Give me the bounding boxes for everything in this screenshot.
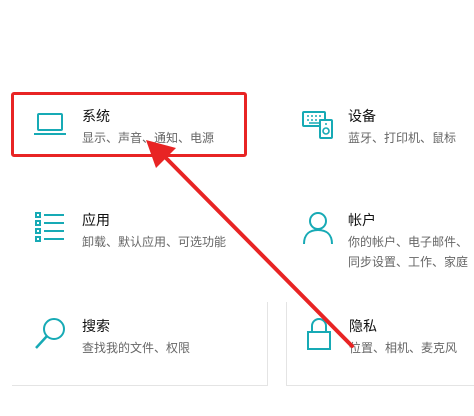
settings-tile-devices[interactable]: 设备 蓝牙、打印机、鼠标 [286, 92, 474, 158]
tile-description: 查找我的文件、权限 [82, 341, 191, 355]
tile-title: 帐户 [348, 213, 376, 229]
tile-description: 蓝牙、打印机、鼠标 [348, 131, 457, 145]
tile-title: 设备 [348, 109, 376, 125]
tile-description: 位置、相机、麦克风 [349, 341, 458, 355]
apps-list-icon [35, 212, 64, 242]
tile-description: 卸载、默认应用、可选功能 [82, 235, 227, 249]
settings-tile-privacy[interactable]: 隐私 位置、相机、麦克风 [286, 302, 474, 386]
tile-title: 应用 [82, 213, 110, 229]
search-icon [35, 318, 65, 349]
lock-icon [307, 318, 331, 350]
tile-description: 你的帐户、电子邮件、同步设置、工作、家庭 [348, 235, 469, 269]
keyboard-phone-icon [302, 111, 333, 139]
tile-title: 隐私 [349, 319, 377, 335]
annotation-highlight-box [11, 92, 247, 157]
settings-tile-accounts[interactable]: 帐户 你的帐户、电子邮件、同步设置、工作、家庭 [286, 196, 474, 276]
tile-title: 搜索 [82, 319, 110, 335]
person-icon [303, 212, 333, 245]
settings-tile-apps[interactable]: 应用 卸载、默认应用、可选功能 [12, 196, 248, 276]
settings-tile-search[interactable]: 搜索 查找我的文件、权限 [12, 302, 268, 386]
